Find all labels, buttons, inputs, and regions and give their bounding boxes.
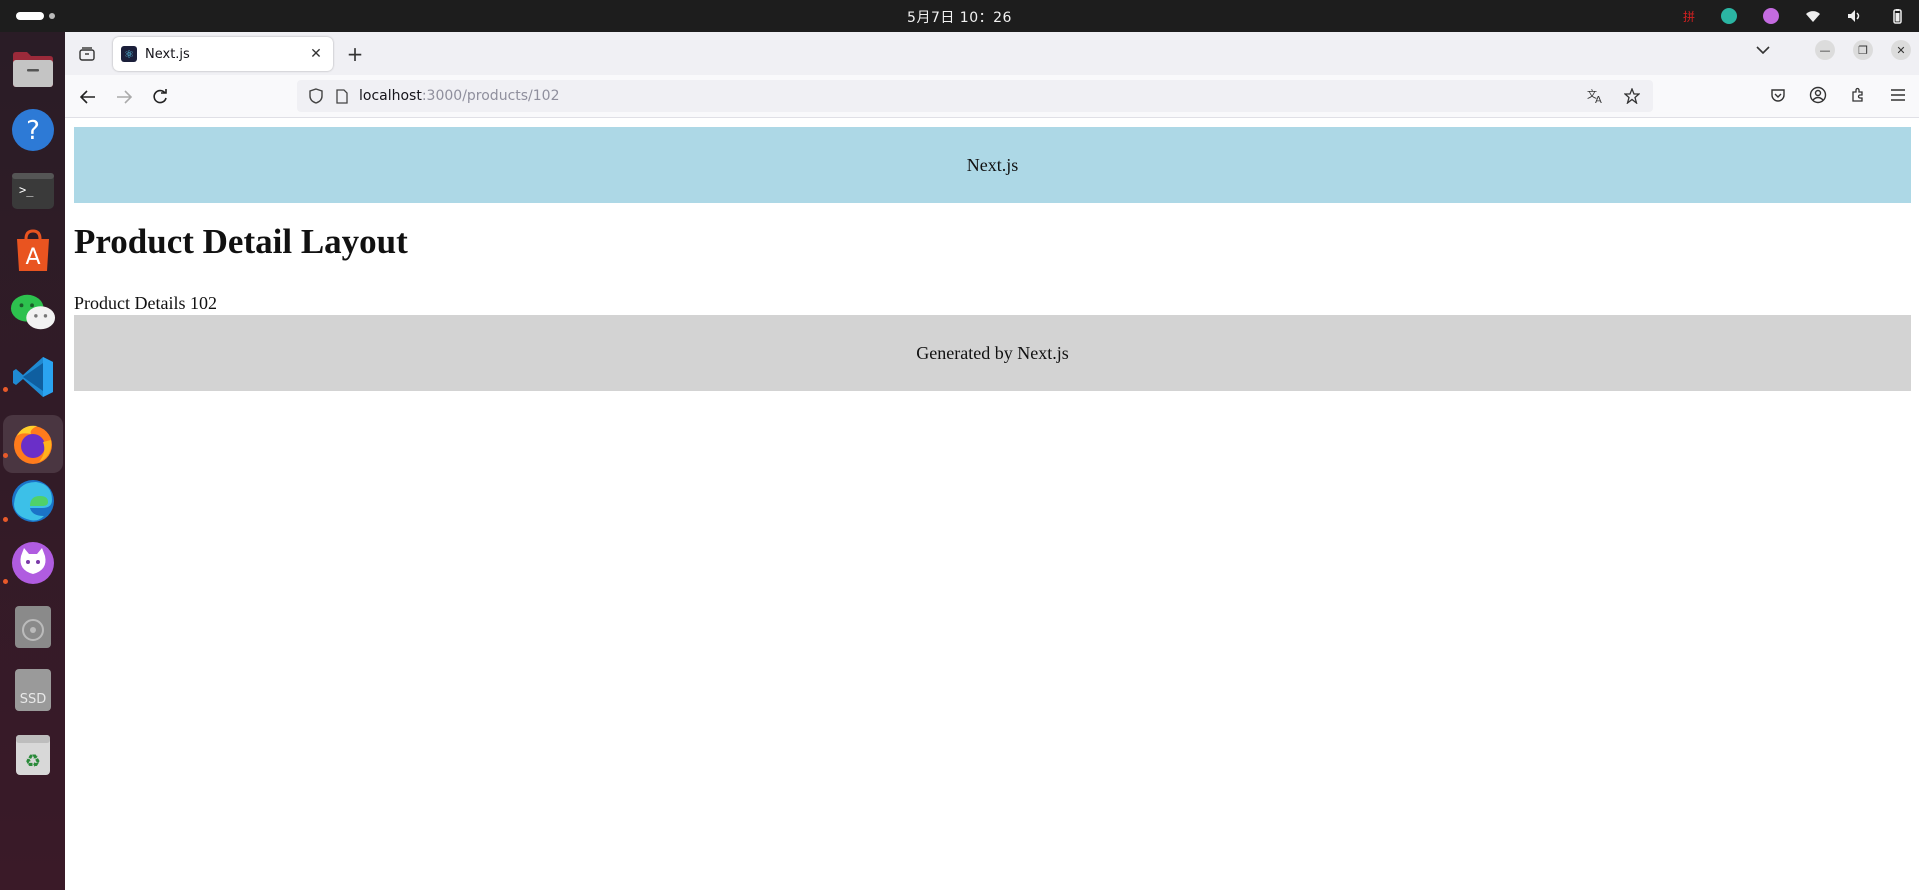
system-top-bar: 5月7日 10：26 拼 <box>0 0 1919 32</box>
clock[interactable]: 5月7日 10：26 <box>0 7 1919 27</box>
restore-button[interactable]: ❐ <box>1853 40 1873 60</box>
svg-text:♻: ♻ <box>25 751 41 772</box>
url-bar[interactable]: localhost:3000/products/102 文A <box>297 80 1653 112</box>
extensions-icon[interactable] <box>1847 84 1869 106</box>
product-details-text: Product Details 102 <box>74 293 217 313</box>
input-method-indicator[interactable]: 拼 <box>1683 8 1695 25</box>
new-tab-button[interactable]: + <box>343 42 367 66</box>
url-host: localhost <box>359 88 422 104</box>
site-header: Next.js <box>74 127 1911 203</box>
back-button[interactable] <box>75 84 101 110</box>
disk-icon[interactable] <box>10 604 56 650</box>
translate-icon[interactable]: 文A <box>1585 85 1607 107</box>
running-indicator-vscode <box>3 387 8 392</box>
tray-app-icon[interactable] <box>1721 8 1737 24</box>
toolbar-right <box>1767 84 1909 106</box>
shield-icon[interactable] <box>307 87 325 105</box>
help-icon[interactable]: ? <box>10 107 56 153</box>
minimize-button[interactable]: — <box>1815 40 1835 60</box>
firefox-icon[interactable] <box>3 415 63 473</box>
system-tray: 拼 <box>1683 6 1905 26</box>
react-favicon-icon: ⚛ <box>121 46 137 62</box>
ssd-drive-icon[interactable]: SSD <box>10 667 56 713</box>
close-window-button[interactable]: ✕ <box>1891 40 1911 60</box>
firefox-view-icon[interactable] <box>75 42 99 66</box>
terminal-icon[interactable]: >_ <box>10 168 56 214</box>
account-icon[interactable] <box>1807 84 1829 106</box>
running-indicator-cat-app <box>3 579 8 584</box>
reload-button[interactable] <box>147 84 173 110</box>
url-text[interactable]: localhost:3000/products/102 <box>359 88 1585 104</box>
navigation-toolbar: localhost:3000/products/102 文A <box>65 75 1919 118</box>
svg-text:A: A <box>25 245 40 270</box>
edge-icon[interactable] <box>10 478 56 524</box>
vscode-icon[interactable] <box>10 354 56 400</box>
list-all-tabs-chevron-down-icon[interactable] <box>1753 40 1773 60</box>
wifi-icon[interactable] <box>1805 9 1821 23</box>
files-icon[interactable] <box>10 46 56 92</box>
cat-app-icon[interactable] <box>10 540 56 586</box>
tab-nextjs[interactable]: ⚛ Next.js ✕ <box>113 37 333 71</box>
pocket-icon[interactable] <box>1767 84 1789 106</box>
dock: ? >_ A SSD ♻ <box>0 32 65 890</box>
svg-text:?: ? <box>26 116 40 146</box>
running-indicator-firefox <box>3 453 8 458</box>
browser-window: ⚛ Next.js ✕ + — ❐ ✕ localhost:3000/produ… <box>65 32 1919 890</box>
bookmark-star-icon[interactable] <box>1621 85 1643 107</box>
running-indicator-edge <box>3 517 8 522</box>
forward-button[interactable] <box>111 84 137 110</box>
page-content: Next.js Product Detail Layout Product De… <box>65 118 1919 890</box>
site-footer: Generated by Next.js <box>74 315 1911 391</box>
close-tab-icon[interactable]: ✕ <box>307 45 325 63</box>
page-info-icon[interactable] <box>333 87 351 105</box>
page-title: Product Detail Layout <box>74 222 408 261</box>
svg-text:>_: >_ <box>19 183 34 197</box>
volume-icon[interactable] <box>1847 9 1863 23</box>
battery-icon[interactable] <box>1889 8 1905 24</box>
svg-text:SSD: SSD <box>20 692 47 707</box>
trash-icon[interactable]: ♻ <box>10 731 56 777</box>
url-path: :3000/products/102 <box>421 88 560 104</box>
tray-cat-icon[interactable] <box>1763 8 1779 24</box>
tab-strip: ⚛ Next.js ✕ + — ❐ ✕ <box>65 32 1919 75</box>
tab-title: Next.js <box>145 46 190 62</box>
url-actions: 文A <box>1585 85 1643 107</box>
window-controls: — ❐ ✕ <box>1753 40 1919 60</box>
wechat-icon[interactable] <box>10 290 56 336</box>
app-center-icon[interactable]: A <box>10 228 56 274</box>
svg-text:A: A <box>1595 95 1602 104</box>
menu-icon[interactable] <box>1887 84 1909 106</box>
